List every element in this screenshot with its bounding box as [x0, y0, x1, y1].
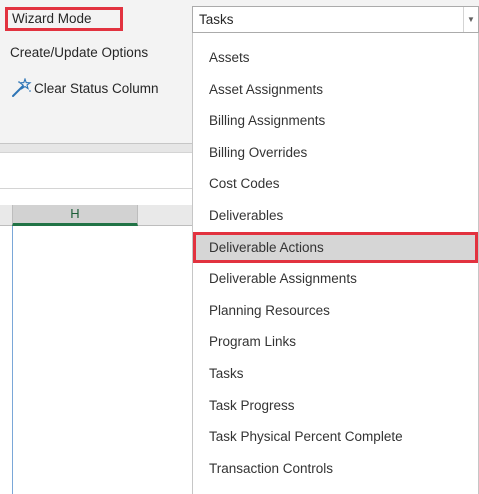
dropdown-item[interactable]: Deliverables — [193, 200, 478, 231]
dropdown-item[interactable]: Task Physical Percent Complete — [193, 421, 478, 452]
dropdown-item[interactable]: Asset Assignments — [193, 74, 478, 105]
clear-status-column-label: Clear Status Column — [34, 80, 159, 96]
magic-wand-icon — [12, 78, 32, 97]
wizard-mode-select-value: Tasks — [199, 12, 234, 27]
dropdown-item[interactable]: Billing Overrides — [193, 137, 478, 168]
wizard-mode-label: Wizard Mode — [5, 7, 123, 31]
dropdown-item[interactable]: Program Links — [193, 326, 478, 357]
dropdown-item[interactable]: Assets — [193, 42, 478, 73]
column-header-i[interactable] — [138, 205, 198, 226]
column-header-h[interactable]: H — [12, 205, 138, 226]
grid-left-edge — [12, 226, 13, 494]
chevron-down-icon[interactable]: ▼ — [463, 7, 478, 32]
wizard-mode-select[interactable]: Tasks ▼ — [192, 6, 479, 33]
dropdown-item[interactable]: Transaction Controls — [193, 453, 478, 484]
dropdown-item[interactable]: Deliverable Assignments — [193, 263, 478, 294]
wizard-mode-dropdown-list[interactable]: Assets Asset Assignments Billing Assignmen… — [192, 33, 479, 494]
dropdown-item[interactable]: Billing Assignments — [193, 105, 478, 136]
dropdown-item[interactable]: Task Progress — [193, 390, 478, 421]
dropdown-item[interactable]: Tasks — [193, 358, 478, 389]
create-update-options-label: Create/Update Options — [10, 45, 149, 60]
clear-status-column-button[interactable]: Clear Status Column — [10, 77, 159, 99]
dropdown-item[interactable]: Deliverable Actions — [193, 231, 478, 263]
dropdown-item[interactable]: Cost Codes — [193, 168, 478, 199]
dropdown-item[interactable]: Planning Resources — [193, 295, 478, 326]
